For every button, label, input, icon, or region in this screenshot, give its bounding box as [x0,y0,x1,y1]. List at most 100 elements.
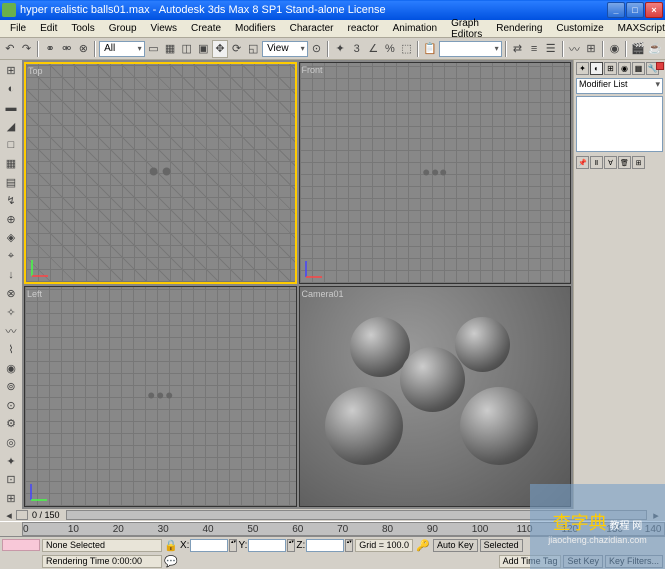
menu-group[interactable]: Group [103,21,143,36]
mirror-button[interactable]: ⇄ [510,40,526,58]
hierarchy-tab[interactable]: ⊞ [604,62,617,75]
maximize-button[interactable]: □ [626,2,644,18]
select-rotate-button[interactable]: ⟳ [229,40,245,58]
pin-stack-icon[interactable]: 📌 [576,156,589,169]
viewport-front[interactable]: Front [299,62,572,284]
manipulate-button[interactable]: ✦ [332,40,348,58]
x-spinner[interactable]: ▴▾ [229,539,237,552]
menu-modifiers[interactable]: Modifiers [229,21,282,36]
layers-button[interactable]: ☰ [543,40,559,58]
close-button[interactable]: × [645,2,663,18]
menu-rendering[interactable]: Rendering [490,21,548,36]
angle-snap-button[interactable]: ∠ [366,40,382,58]
spinner-snap-button[interactable]: ⬚ [399,40,415,58]
tool-icon[interactable]: ◢ [2,118,20,136]
align-button[interactable]: ≡ [526,40,542,58]
viewport-left[interactable]: Left [24,286,297,508]
tool-icon[interactable]: ⌇ [2,341,20,359]
tool-icon[interactable]: ◎ [2,434,20,452]
remove-mod-icon[interactable]: 🗑 [618,156,631,169]
z-spinner[interactable]: ▴▾ [345,539,353,552]
create-tab[interactable]: ✦ [576,62,589,75]
modify-tab[interactable]: ◐ [590,62,603,75]
tool-icon[interactable]: ↓ [2,266,20,284]
menu-tools[interactable]: Tools [65,21,100,36]
schematic-button[interactable]: ⊞ [583,40,599,58]
modifier-list-dropdown[interactable]: Modifier List [576,78,663,94]
reactor-icon[interactable]: ◐ [2,81,20,99]
menu-reactor[interactable]: reactor [342,21,385,36]
y-input[interactable] [248,539,286,552]
select-scale-button[interactable]: ◱ [245,40,261,58]
tool-icon[interactable]: ✧ [2,303,20,321]
tool-icon[interactable]: ⊗ [2,285,20,303]
window-crossing-button[interactable]: ▣ [196,40,212,58]
key-mode-button[interactable]: 🔑 [415,539,431,552]
menu-animation[interactable]: Animation [387,21,443,36]
select-move-button[interactable]: ✥ [212,40,228,58]
snap-button[interactable]: 3 [349,40,365,58]
slider-left-button[interactable]: ◂ [2,510,16,520]
menu-grapheditors[interactable]: Graph Editors [445,16,488,42]
percent-snap-button[interactable]: % [382,40,398,58]
tool-icon[interactable]: ⊕ [2,211,20,229]
selection-filter-dropdown[interactable]: All [99,41,145,57]
z-input[interactable] [306,539,344,552]
menu-views[interactable]: Views [145,21,184,36]
named-selection-button[interactable]: 📋 [422,40,438,58]
tool-icon[interactable]: ◉ [2,359,20,377]
material-editor-button[interactable]: ◉ [607,40,623,58]
tool-icon[interactable]: ⊙ [2,397,20,415]
menu-create[interactable]: Create [185,21,227,36]
show-result-icon[interactable]: Ⅱ [590,156,603,169]
time-slider-handle[interactable] [16,510,28,520]
tab-panel-icon[interactable]: ⊞ [2,62,20,80]
tool-icon[interactable]: □ [2,136,20,154]
x-input[interactable] [190,539,228,552]
tool-icon[interactable]: ⊚ [2,378,20,396]
modifier-stack[interactable] [576,96,663,152]
select-button[interactable]: ▭ [146,40,162,58]
unlink-button[interactable]: ⚮ [59,40,75,58]
named-selection-dropdown[interactable] [439,41,502,57]
pivot-button[interactable]: ⊙ [309,40,325,58]
select-name-button[interactable]: ▦ [162,40,178,58]
lock-selection-button[interactable]: 🔒 [164,539,178,552]
menu-maxscript[interactable]: MAXScript [612,21,665,36]
display-tab[interactable]: ▦ [632,62,645,75]
tool-icon[interactable]: 〰 [2,322,20,340]
curve-editor-button[interactable]: 〰 [567,40,583,58]
redo-button[interactable]: ↷ [19,40,35,58]
bind-button[interactable]: ⊗ [76,40,92,58]
undo-button[interactable]: ↶ [2,40,18,58]
viewport-top[interactable]: Top [24,62,297,284]
render-scene-button[interactable]: 🎬 [630,40,646,58]
menu-customize[interactable]: Customize [550,21,609,36]
tool-icon[interactable]: ⌖ [2,248,20,266]
menu-file[interactable]: File [4,21,32,36]
select-region-button[interactable]: ◫ [179,40,195,58]
tool-icon[interactable]: ⊞ [2,489,20,507]
make-unique-icon[interactable]: ∀ [604,156,617,169]
tool-icon[interactable]: ↯ [2,192,20,210]
selected-button[interactable]: Selected [480,539,523,552]
autokey-button[interactable]: Auto Key [433,539,478,552]
motion-tab[interactable]: ◉ [618,62,631,75]
tool-icon[interactable]: ▦ [2,155,20,173]
configure-icon[interactable]: ⊞ [632,156,645,169]
viewport-camera[interactable]: Camera01 [299,286,572,508]
tool-icon[interactable]: ⚙ [2,415,20,433]
y-spinner[interactable]: ▴▾ [287,539,295,552]
tool-icon[interactable]: ◈ [2,229,20,247]
prompt-button[interactable]: 💬 [164,555,178,568]
link-button[interactable]: ⚭ [42,40,58,58]
tool-icon[interactable]: ✦ [2,452,20,470]
menu-edit[interactable]: Edit [34,21,63,36]
menu-character[interactable]: Character [284,21,340,36]
minimize-button[interactable]: _ [607,2,625,18]
tool-icon[interactable]: ▬ [2,99,20,117]
quick-render-button[interactable]: ☕ [647,40,663,58]
track-bar[interactable] [2,539,40,551]
refcoord-dropdown[interactable]: View [262,41,308,57]
tool-icon[interactable]: ▤ [2,173,20,191]
